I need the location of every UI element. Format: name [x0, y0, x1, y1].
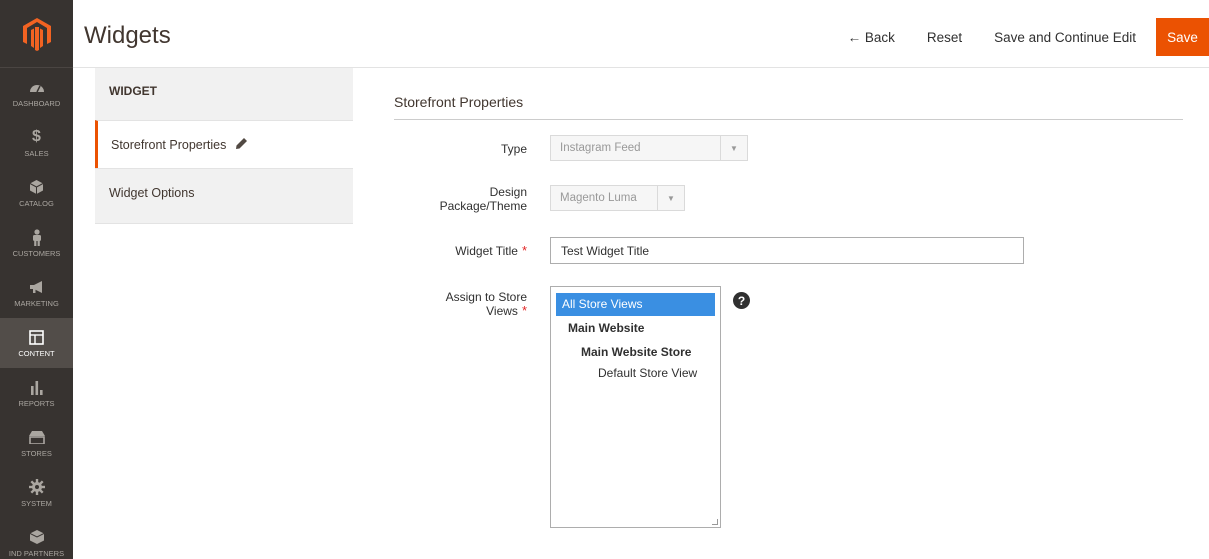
dashboard-icon: [28, 78, 46, 96]
widget-tabs: WIDGET Storefront Properties Widget Opti…: [95, 68, 353, 224]
nav-stores[interactable]: STORES: [0, 418, 73, 468]
nav-label: REPORTS: [18, 399, 55, 408]
widget-title-input[interactable]: [550, 237, 1024, 264]
nav-content[interactable]: CONTENT: [0, 318, 73, 368]
section-title: Storefront Properties: [394, 94, 524, 110]
store-option-all[interactable]: All Store Views: [556, 293, 715, 316]
store-option-main-website-store: Main Website Store: [581, 345, 692, 359]
tab-label: Storefront Properties: [111, 137, 227, 152]
chevron-down-icon: ▼: [657, 186, 684, 210]
store-views-multiselect[interactable]: All Store Views Main Website Main Websit…: [550, 286, 721, 528]
tab-widget-options[interactable]: Widget Options: [95, 168, 353, 216]
required-mark: *: [521, 303, 527, 318]
reset-button[interactable]: Reset: [911, 18, 978, 56]
layout-icon: [28, 328, 46, 346]
theme-label: Design Package/Theme: [377, 185, 527, 213]
store-option-default-store-view[interactable]: Default Store View: [556, 364, 715, 382]
theme-label-line2: Package/Theme: [439, 199, 527, 213]
store-views-label-line2: Views: [486, 304, 518, 318]
pencil-icon: [236, 137, 248, 152]
resize-handle[interactable]: [712, 519, 718, 525]
nav-label: SYSTEM: [21, 499, 52, 508]
nav-label: DASHBOARD: [12, 99, 61, 108]
bar-chart-icon: [28, 378, 46, 396]
save-and-continue-button[interactable]: Save and Continue Edit: [978, 18, 1152, 56]
nav-dashboard[interactable]: DASHBOARD: [0, 68, 73, 118]
nav-sales[interactable]: $ SALES: [0, 118, 73, 168]
store-option-main-website: Main Website: [568, 321, 645, 335]
nav-reports[interactable]: REPORTS: [0, 368, 73, 418]
required-mark: *: [521, 243, 527, 258]
theme-select: Magento Luma ▼: [550, 185, 685, 211]
store-views-label: Assign to Store Views *: [377, 290, 527, 318]
chevron-down-icon: ▼: [720, 136, 747, 160]
store-icon: [28, 428, 46, 446]
widget-title-label-text: Widget Title: [455, 244, 518, 258]
type-label: Type: [500, 142, 527, 156]
megaphone-icon: [28, 278, 46, 296]
back-button[interactable]: ← Back: [832, 18, 911, 56]
page-header: Widgets ← Back Reset Save and Continue E…: [73, 0, 1209, 68]
nav-label: SALES: [24, 149, 49, 158]
type-value: Instagram Feed: [560, 142, 641, 154]
type-select: Instagram Feed ▼: [550, 135, 748, 161]
nav-system[interactable]: SYSTEM: [0, 468, 73, 518]
tab-label: Widget Options: [109, 185, 195, 200]
nav-customers[interactable]: CUSTOMERS: [0, 218, 73, 268]
page-title: Widgets: [84, 22, 171, 49]
nav-label: STORES: [21, 449, 52, 458]
nav-label: CATALOG: [19, 199, 54, 208]
person-icon: [28, 228, 46, 246]
nav-partners[interactable]: IND PARTNERS: [0, 518, 73, 559]
tabs-bottom: [95, 216, 353, 224]
tabs-heading: WIDGET: [95, 68, 353, 120]
nav-label: IND PARTNERS: [8, 549, 65, 558]
cube-icon: [28, 178, 46, 196]
gear-icon: [28, 478, 46, 496]
nav-catalog[interactable]: CATALOG: [0, 168, 73, 218]
magento-logo[interactable]: [0, 0, 73, 68]
nav-label: MARKETING: [14, 299, 59, 308]
theme-value: Magento Luma: [560, 192, 637, 204]
admin-sidebar: DASHBOARD $ SALES CATALOG CUSTOMERS MARK…: [0, 0, 73, 559]
save-button[interactable]: Save: [1156, 18, 1209, 56]
widget-title-label: Widget Title *: [377, 243, 527, 259]
theme-label-line1: Design: [489, 185, 527, 199]
nav-label: CONTENT: [18, 349, 55, 358]
section-divider: [394, 119, 1183, 120]
magento-logo-icon: [22, 17, 51, 51]
dollar-icon: $: [32, 128, 41, 145]
help-icon[interactable]: ?: [733, 292, 750, 309]
nav-marketing[interactable]: MARKETING: [0, 268, 73, 318]
page-actions: ← Back Reset Save and Continue Edit Save: [832, 18, 1209, 56]
tab-storefront-properties[interactable]: Storefront Properties: [95, 120, 353, 168]
store-views-label-line1: Assign to Store: [445, 290, 527, 304]
nav-label: CUSTOMERS: [12, 249, 61, 258]
box-icon: [28, 528, 46, 546]
